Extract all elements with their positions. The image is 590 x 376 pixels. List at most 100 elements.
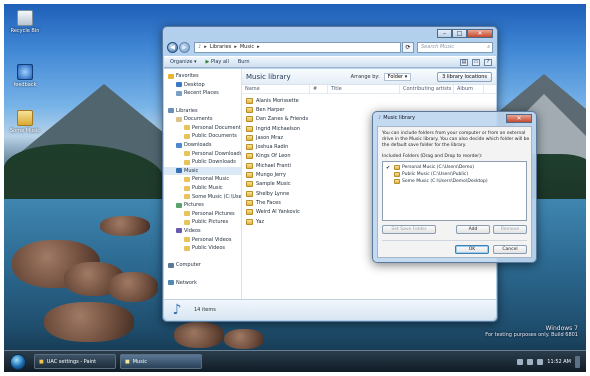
breadcrumb-libraries[interactable]: Libraries — [210, 44, 232, 50]
nav-item[interactable]: Public Downloads — [164, 158, 241, 167]
column-title[interactable]: Title — [328, 84, 400, 94]
file-name: Sample Music — [256, 181, 291, 188]
dialog-close-button[interactable]: ✕ — [506, 114, 532, 123]
folder-actions: Set Save Folder Add Remove — [382, 225, 527, 234]
nav-item[interactable]: Public Videos — [164, 244, 241, 253]
back-button[interactable]: ◀ — [167, 41, 178, 53]
file-name: Kings Of Leon — [256, 153, 291, 160]
search-input[interactable]: Search Music ⌕ — [417, 41, 493, 53]
column-contributing-artists[interactable]: Contributing artists — [400, 84, 454, 94]
action-center-icon[interactable] — [517, 358, 524, 365]
breadcrumb-music[interactable]: Music — [240, 44, 254, 50]
desktop-icon-label: Recycle Bin — [10, 28, 40, 34]
nav-item[interactable]: Documents — [164, 115, 241, 124]
nav-item[interactable]: Computer — [164, 261, 241, 270]
nav-item-label: Personal Videos — [192, 236, 232, 243]
music-icon: ♪ — [378, 115, 382, 121]
folder-icon — [184, 211, 190, 217]
organize-button[interactable]: Organize ▾ — [170, 59, 197, 65]
folder-icon — [184, 245, 190, 251]
remove-folder-button[interactable]: Remove — [493, 225, 527, 234]
folder-icon — [246, 218, 253, 225]
nav-item[interactable]: Pictures — [164, 201, 241, 210]
folder-icon — [394, 165, 400, 170]
folder-icon — [246, 162, 253, 169]
folder-icon — [246, 209, 253, 216]
library-locations-button[interactable]: 3 library locations — [437, 71, 492, 82]
start-button[interactable] — [10, 353, 26, 370]
arrange-by-dropdown[interactable]: Folder ▾ — [383, 72, 412, 81]
desktop-icon-label: Some Music — [10, 128, 40, 134]
included-folder-row[interactable]: ✔ Personal Music (C:\Users\Demo) — [386, 164, 523, 171]
nav-item[interactable]: Personal Documents — [164, 124, 241, 133]
nav-item[interactable]: Public Music — [164, 184, 241, 193]
file-name: Jason Mraz — [256, 134, 284, 141]
folder-icon — [246, 106, 253, 113]
nav-item[interactable]: Personal Videos — [164, 235, 241, 244]
maximize-button[interactable]: □ — [452, 29, 467, 38]
nav-item-label: Recent Places — [184, 90, 219, 97]
column-number[interactable]: # — [310, 84, 328, 94]
minimize-button[interactable]: – — [437, 29, 452, 38]
file-name: Dan Zanes & Friends — [256, 116, 309, 123]
nav-item[interactable]: Network — [164, 278, 241, 287]
nav-item[interactable]: Music — [164, 166, 241, 176]
address-bar[interactable]: ♪ ▸ Libraries ▸ Music ▸ — [194, 41, 401, 53]
clock[interactable]: 11:52 AM — [547, 359, 571, 365]
library-header: Music library Arrange by: Folder ▾ 3 lib… — [242, 69, 496, 85]
explorer-icon: ■ — [125, 358, 130, 365]
set-save-folder-button[interactable]: Set Save Folder — [382, 225, 436, 234]
preview-pane-icon[interactable]: ▭ — [472, 58, 480, 66]
item-count: 14 items — [194, 307, 216, 313]
music-library-dialog[interactable]: ♪ Music library ✕ You can include folder… — [372, 111, 537, 263]
nav-item[interactable]: Public Documents — [164, 132, 241, 141]
close-button[interactable]: ✕ — [467, 29, 493, 38]
nav-item[interactable]: Downloads — [164, 141, 241, 150]
windows-watermark: Windows 7 For testing purposes only. Bui… — [485, 325, 578, 339]
play-all-button[interactable]: ▶ Play all — [206, 59, 229, 65]
nav-item[interactable]: Public Pictures — [164, 218, 241, 227]
nav-item-label: Public Pictures — [192, 219, 229, 226]
taskbar-item-paint[interactable]: ■ UAC settings - Paint — [34, 354, 116, 369]
column-name[interactable]: Name — [242, 84, 310, 94]
nav-item[interactable]: Recent Places — [164, 89, 241, 98]
dialog-description: You can include folders from your comput… — [382, 131, 530, 148]
show-desktop-button[interactable] — [575, 355, 580, 368]
nav-item[interactable]: Some Music (C:\Users\Dem — [164, 192, 241, 201]
ok-button[interactable]: OK — [455, 245, 489, 254]
nav-item[interactable]: Favorites — [164, 72, 241, 81]
nav-item-label: Computer — [176, 262, 201, 269]
desktop-icon-some-music[interactable]: Some Music — [8, 110, 42, 134]
burn-button[interactable]: Burn — [238, 59, 250, 65]
add-folder-button[interactable]: Add — [456, 225, 490, 234]
nav-item[interactable]: Desktop — [164, 81, 241, 90]
nav-item[interactable]: Libraries — [164, 106, 241, 115]
network-icon[interactable] — [527, 358, 534, 365]
nav-item[interactable]: Personal Pictures — [164, 210, 241, 219]
recycle-bin-icon — [17, 10, 33, 26]
screenshot-frame: Recycle Bin feedback Some Music – □ ✕ ◀ … — [0, 0, 590, 376]
included-folder-row[interactable]: Some Music (C:\Users\Demo\Desktop) — [386, 178, 523, 185]
help-icon[interactable]: ? — [484, 58, 492, 66]
taskbar-item-music[interactable]: ■ Music — [120, 354, 202, 369]
nav-item[interactable]: Videos — [164, 227, 241, 236]
window-caption-buttons: – □ ✕ — [437, 29, 493, 38]
cancel-button[interactable]: Cancel — [493, 245, 527, 254]
refresh-button[interactable]: ⟳ — [402, 41, 414, 53]
desktop-icon-recycle-bin[interactable]: Recycle Bin — [8, 10, 42, 34]
file-name: Ingrid Michaelson — [256, 125, 301, 132]
nav-item[interactable]: Personal Music — [164, 175, 241, 184]
file-row[interactable]: Alanis Morissette — [242, 96, 496, 105]
included-folders-list[interactable]: ✔ Personal Music (C:\Users\Demo) Public Mu… — [382, 161, 527, 221]
view-options-icon[interactable]: ▤ — [460, 58, 468, 66]
nav-item[interactable]: Personal Downloads — [164, 149, 241, 158]
forward-button[interactable]: ▶ — [179, 41, 190, 53]
volume-icon[interactable] — [537, 358, 544, 365]
desktop-icon-feedback[interactable]: feedback — [8, 64, 42, 88]
music-icon — [176, 168, 182, 174]
notification-area: 11:52 AM — [517, 355, 586, 368]
nav-item-label: Libraries — [176, 107, 198, 114]
column-headers: Name # Title Contributing artists Album — [242, 84, 496, 94]
included-folder-row[interactable]: Public Music (C:\Users\Public) — [386, 171, 523, 178]
column-album[interactable]: Album — [454, 84, 484, 94]
